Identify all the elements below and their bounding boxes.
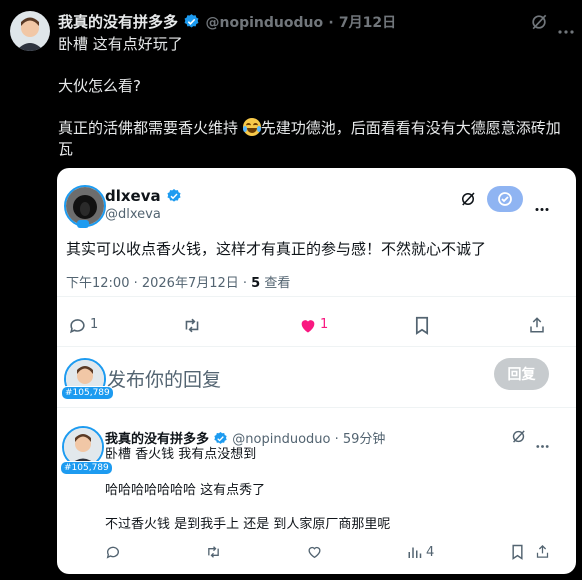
reply-line: 不过香火钱 是到我手上 还是 到人家原厂商那里呢 <box>105 517 391 532</box>
reply-input[interactable]: 发布你的回复 <box>107 365 221 392</box>
author-name-text[interactable]: 我真的没有拼多多 <box>58 13 178 31</box>
like-icon[interactable] <box>298 316 318 339</box>
divider <box>57 407 576 408</box>
verified-badge-icon <box>166 188 182 208</box>
more-icon[interactable] <box>535 197 549 216</box>
joy-emoji-icon <box>242 118 261 136</box>
tweet-line: 卧槽 这有点好玩了 <box>58 35 183 53</box>
reply-line: 卧槽 香火钱 我有点没想到 <box>105 447 257 462</box>
reply-author-name[interactable]: 我真的没有拼多多 <box>105 432 209 447</box>
retweet-icon[interactable] <box>182 316 202 339</box>
retweet-icon[interactable] <box>205 544 222 564</box>
divider <box>57 296 576 297</box>
bookmark-icon[interactable] <box>414 316 430 339</box>
quoted-tweet-text: 其实可以收点香火钱，这样才有真正的参与感！不然就心不诚了 <box>66 240 487 258</box>
verified-badge-icon <box>183 13 200 34</box>
more-icon[interactable] <box>536 434 549 453</box>
like-count[interactable]: 1 <box>320 317 328 332</box>
tweet-line: 大伙怎么看? <box>58 77 141 95</box>
quoted-author-name-text[interactable]: dlxeva <box>105 187 161 205</box>
tweet-line-part: 真正的活佛都需要香火维持 <box>58 119 239 137</box>
views-icon[interactable] <box>407 544 422 564</box>
grok-icon[interactable] <box>510 428 527 449</box>
share-icon[interactable] <box>528 315 546 339</box>
reply-time[interactable]: · 59分钟 <box>335 432 386 447</box>
tweet-detail-card: dlxeva @dlxeva 其实可以收点香火钱，这样才有真正的参与感！不然就心… <box>57 168 576 574</box>
avatar-subbadge-icon <box>77 220 89 228</box>
tweet-date[interactable]: 7月12日 <box>339 15 396 31</box>
author-avatar[interactable] <box>10 11 50 51</box>
divider <box>57 346 576 347</box>
quoted-author-handle[interactable]: @dlxeva <box>105 207 161 222</box>
author-name[interactable]: 我真的没有拼多多 @nopinduoduo · 7月12日 <box>58 11 396 34</box>
follower-badge: #105,789 <box>60 461 113 475</box>
reply-icon[interactable] <box>68 316 87 339</box>
reply-count[interactable]: 1 <box>90 317 98 332</box>
author-handle[interactable]: @nopinduoduo <box>205 15 323 31</box>
tweet-body: 卧槽 这有点好玩了 大伙怎么看? 真正的活佛都需要香火维持 先建功德池，后面看看… <box>58 34 570 160</box>
like-icon[interactable] <box>306 544 323 564</box>
bookmark-icon[interactable] <box>511 544 524 564</box>
grok-icon[interactable] <box>529 12 549 36</box>
grok-icon[interactable] <box>459 190 477 212</box>
tweet-timestamp[interactable]: 下午12:00 · 2026年7月12日 · 5 查看 <box>66 272 290 291</box>
views-count[interactable]: 4 <box>426 545 434 560</box>
reply-button[interactable]: 回复 <box>494 358 549 390</box>
timestamp-text[interactable]: 下午12:00 · 2026年7月12日 · <box>66 276 251 291</box>
follower-badge: #105,789 <box>61 386 114 400</box>
subscribe-pill-button[interactable] <box>487 186 523 212</box>
reply-icon[interactable] <box>105 544 121 564</box>
reply-line: 哈哈哈哈哈哈哈 这有点秀了 <box>105 483 266 498</box>
views-count[interactable]: 5 <box>251 276 260 291</box>
views-label[interactable]: 查看 <box>260 276 290 291</box>
reply-author-handle[interactable]: @nopinduoduo <box>232 432 330 447</box>
tweet-line: 真正的活佛都需要香火维持 先建功德池，后面看看有没有大德愿意添砖加 <box>58 118 570 139</box>
tweet-line: 瓦 <box>58 140 74 158</box>
share-icon[interactable] <box>535 543 550 564</box>
tweet-line-part: 先建功德池，后面看看有没有大德愿意添砖加 <box>260 119 561 137</box>
quoted-author-name[interactable]: dlxeva <box>105 187 182 208</box>
separator-dot: · <box>328 15 334 31</box>
